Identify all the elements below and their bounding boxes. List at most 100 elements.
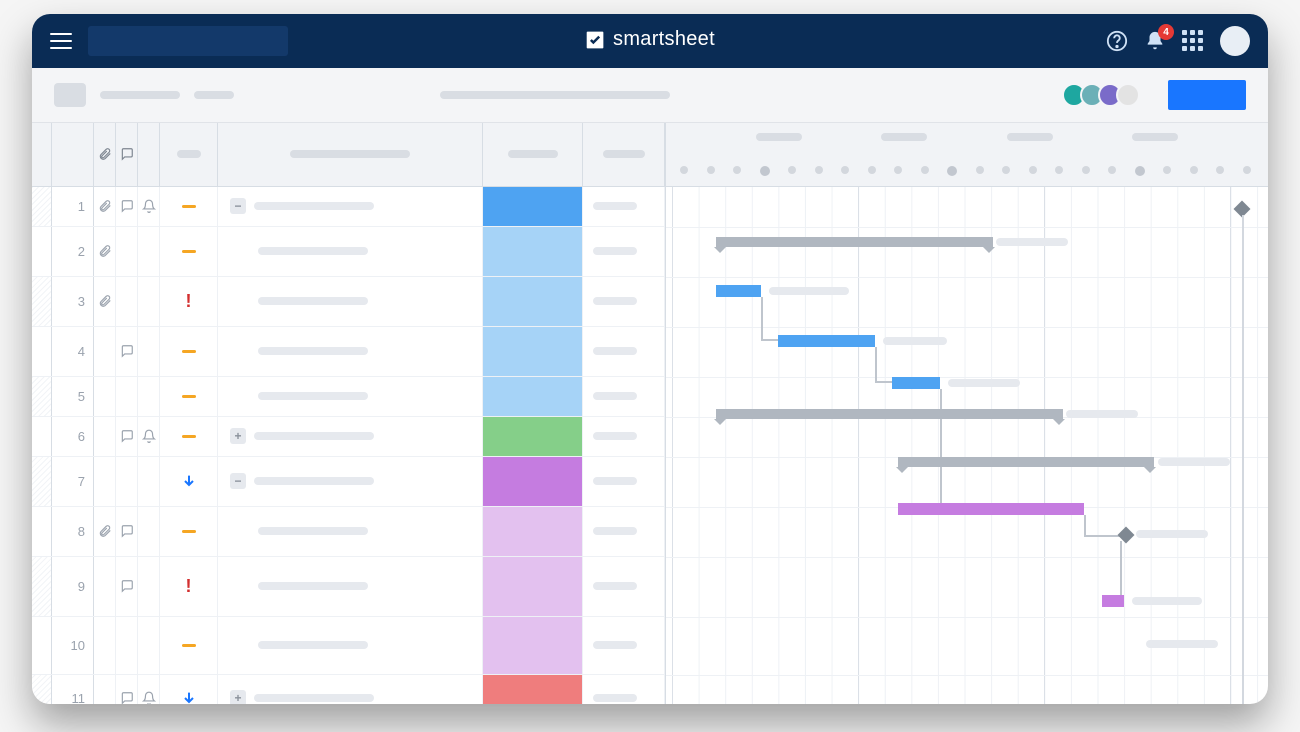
attachment-cell[interactable] (94, 227, 116, 276)
note-cell[interactable] (583, 617, 665, 674)
gantt-summary-bar[interactable] (716, 409, 1063, 419)
note-cell[interactable] (583, 327, 665, 376)
priority-cell[interactable] (160, 507, 218, 556)
status-cell[interactable] (483, 675, 583, 704)
expand-toggle[interactable]: + (230, 690, 246, 704)
collaborator-avatar[interactable] (1116, 83, 1140, 107)
task-cell[interactable] (218, 327, 483, 376)
status-header[interactable] (483, 123, 583, 186)
status-cell[interactable] (483, 417, 583, 456)
note-cell[interactable] (583, 377, 665, 416)
gantt-area[interactable] (666, 187, 1268, 704)
note-cell[interactable] (583, 557, 665, 616)
gantt-task-bar[interactable] (716, 285, 761, 297)
task-cell[interactable]: + (218, 417, 483, 456)
expand-toggle[interactable]: − (230, 198, 246, 214)
table-row[interactable]: 10 (32, 617, 665, 675)
status-cell[interactable] (483, 327, 583, 376)
task-header[interactable] (218, 123, 483, 186)
priority-cell[interactable] (160, 377, 218, 416)
table-row[interactable]: 11+ (32, 675, 665, 704)
gantt-task-bar[interactable] (1102, 595, 1124, 607)
gantt-summary-bar[interactable] (898, 457, 1154, 467)
help-icon[interactable] (1106, 30, 1128, 52)
table-row[interactable]: 8 (32, 507, 665, 557)
note-cell[interactable] (583, 277, 665, 326)
note-cell[interactable] (583, 227, 665, 276)
priority-cell[interactable]: ! (160, 557, 218, 616)
comment-cell[interactable] (116, 675, 138, 704)
comment-cell[interactable] (116, 417, 138, 456)
attachment-cell[interactable] (94, 277, 116, 326)
share-button[interactable] (1168, 80, 1246, 110)
notifications-icon[interactable]: 4 (1144, 30, 1166, 52)
status-cell[interactable] (483, 377, 583, 416)
apps-icon[interactable] (1182, 30, 1204, 52)
reminder-cell[interactable] (138, 417, 160, 456)
comment-cell[interactable] (116, 507, 138, 556)
toolbar-button[interactable] (54, 83, 86, 107)
note-cell[interactable] (583, 417, 665, 456)
collaborators[interactable] (1068, 83, 1140, 107)
task-cell[interactable] (218, 277, 483, 326)
task-cell[interactable] (218, 227, 483, 276)
gantt-summary-bar[interactable] (716, 237, 993, 247)
gantt-task-bar[interactable] (898, 503, 1084, 515)
comment-cell[interactable] (116, 327, 138, 376)
gantt-task-bar[interactable] (892, 377, 940, 389)
priority-header[interactable] (160, 123, 218, 186)
priority-cell[interactable] (160, 417, 218, 456)
priority-cell[interactable] (160, 457, 218, 506)
priority-cell[interactable] (160, 227, 218, 276)
expand-toggle[interactable]: + (230, 428, 246, 444)
toolbar-item[interactable] (100, 91, 180, 99)
task-cell[interactable]: − (218, 187, 483, 226)
table-row[interactable]: 5 (32, 377, 665, 417)
task-cell[interactable] (218, 377, 483, 416)
status-cell[interactable] (483, 277, 583, 326)
comment-cell[interactable] (116, 557, 138, 616)
table-row[interactable]: 6+ (32, 417, 665, 457)
attachment-cell[interactable] (94, 187, 116, 226)
table-row[interactable]: 9! (32, 557, 665, 617)
sheet-title[interactable] (440, 91, 670, 99)
task-cell[interactable] (218, 617, 483, 674)
note-cell[interactable] (583, 457, 665, 506)
gantt-task-bar[interactable] (778, 335, 875, 347)
reminder-cell[interactable] (138, 187, 160, 226)
status-cell[interactable] (483, 617, 583, 674)
priority-cell[interactable] (160, 187, 218, 226)
menu-icon[interactable] (50, 33, 72, 49)
note-header[interactable] (583, 123, 665, 186)
status-cell[interactable] (483, 457, 583, 506)
comment-cell[interactable] (116, 187, 138, 226)
expand-toggle[interactable]: − (230, 473, 246, 489)
task-cell[interactable] (218, 507, 483, 556)
user-avatar[interactable] (1220, 26, 1250, 56)
note-cell[interactable] (583, 507, 665, 556)
table-row[interactable]: 3! (32, 277, 665, 327)
table-row[interactable]: 2 (32, 227, 665, 277)
table-row[interactable]: 4 (32, 327, 665, 377)
status-cell[interactable] (483, 227, 583, 276)
attachment-header[interactable] (94, 123, 116, 186)
task-cell[interactable] (218, 557, 483, 616)
toolbar-item[interactable] (194, 91, 234, 99)
status-cell[interactable] (483, 557, 583, 616)
task-cell[interactable]: + (218, 675, 483, 704)
reminder-cell[interactable] (138, 675, 160, 704)
table-row[interactable]: 7− (32, 457, 665, 507)
status-cell[interactable] (483, 187, 583, 226)
task-cell[interactable]: − (218, 457, 483, 506)
note-cell[interactable] (583, 187, 665, 226)
attachment-cell[interactable] (94, 507, 116, 556)
priority-cell[interactable] (160, 327, 218, 376)
comments-header[interactable] (116, 123, 138, 186)
priority-cell[interactable] (160, 675, 218, 704)
note-cell[interactable] (583, 675, 665, 704)
priority-cell[interactable] (160, 617, 218, 674)
priority-cell[interactable]: ! (160, 277, 218, 326)
status-cell[interactable] (483, 507, 583, 556)
search-input[interactable] (88, 26, 288, 56)
table-row[interactable]: 1− (32, 187, 665, 227)
